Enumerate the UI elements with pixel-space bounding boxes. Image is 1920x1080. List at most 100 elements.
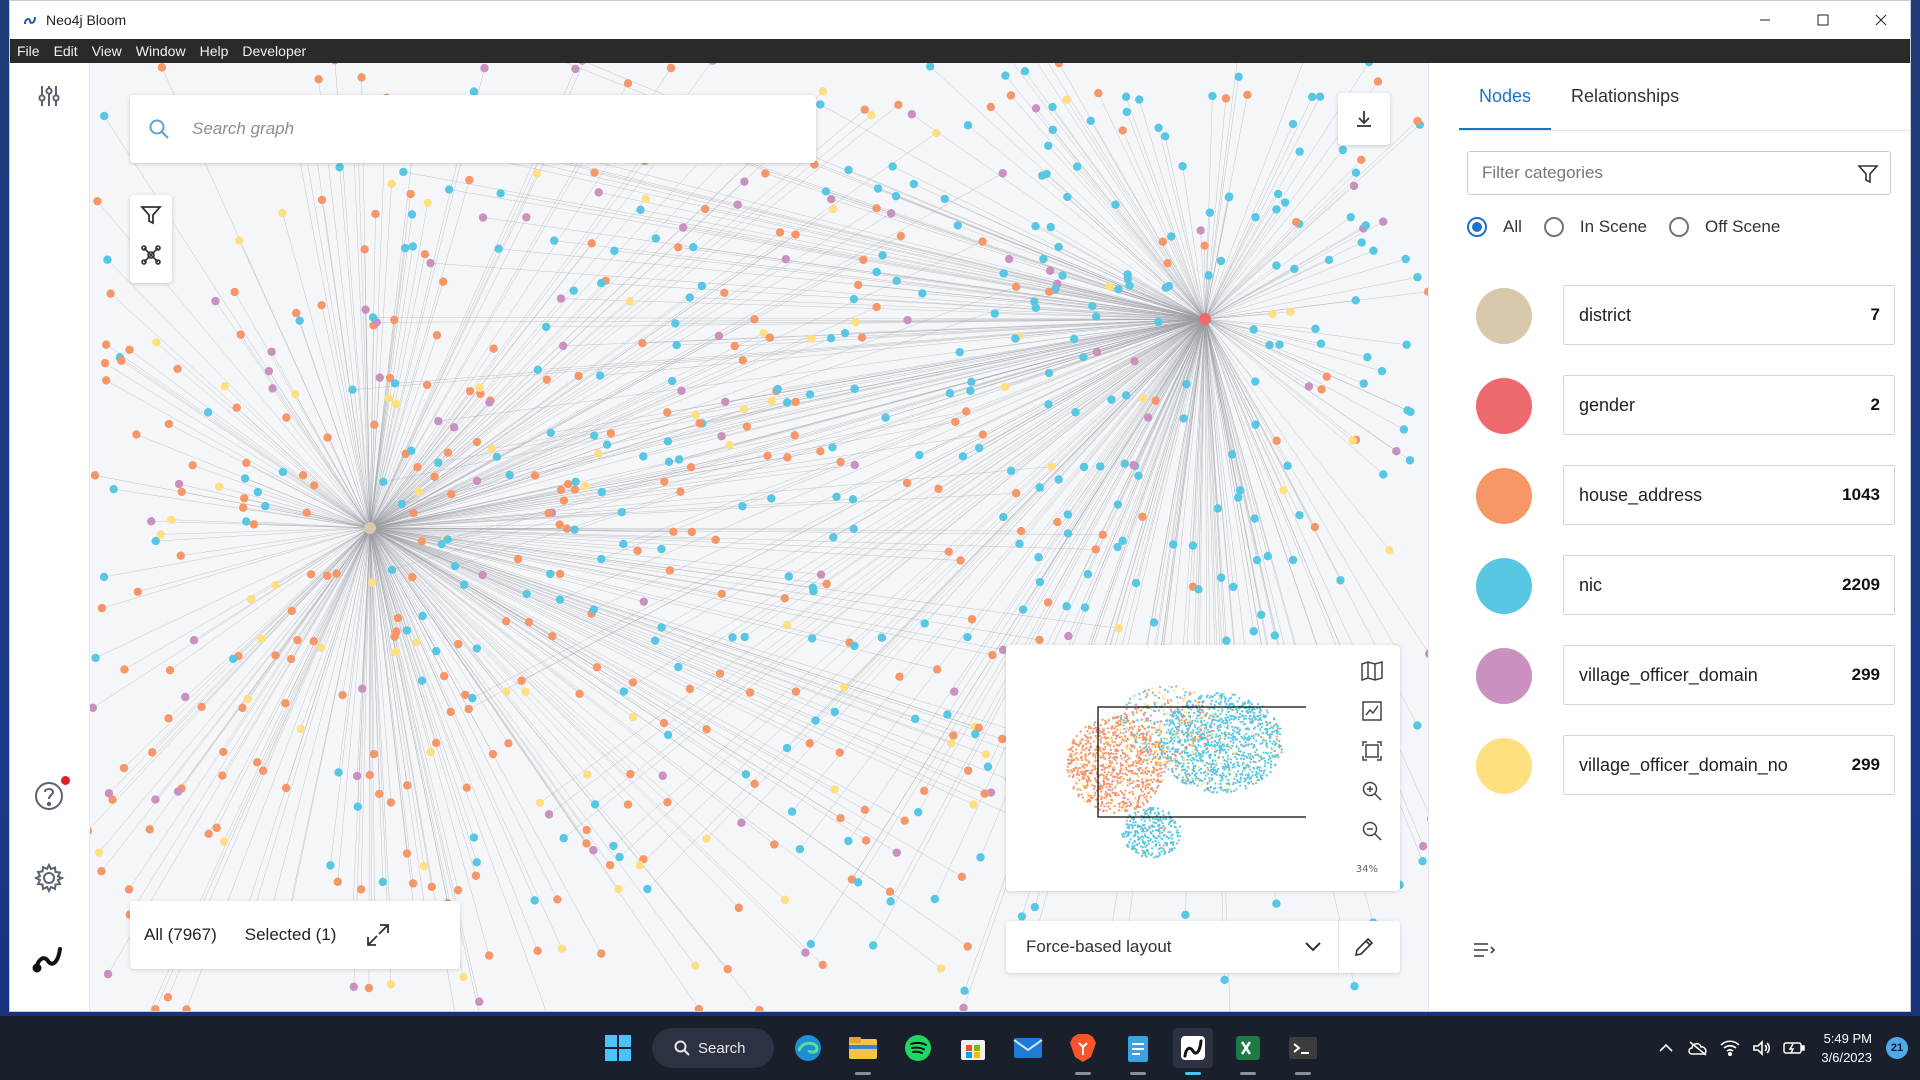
battery-icon[interactable] [1781,1035,1807,1061]
taskbar-running-indicator [1130,1072,1146,1075]
clock[interactable]: 5:49 PM 3/6/2023 [1821,1029,1872,1067]
taskbar-running-indicator [1295,1072,1311,1075]
all-count[interactable]: All (7967) [130,925,231,945]
minimap[interactable]: 34% [1006,645,1400,891]
map-icon[interactable] [1354,651,1390,691]
chevron-down-icon[interactable] [1298,932,1328,962]
layout-label[interactable]: Force-based layout [1026,937,1298,957]
filter-icon[interactable] [130,195,172,235]
zoom-level: 34% [1355,864,1378,875]
search-input[interactable] [192,119,752,139]
volume-icon[interactable] [1749,1035,1775,1061]
radio-circle[interactable] [1467,217,1487,237]
minimap-overview[interactable] [1006,645,1306,891]
radio-off-scene[interactable]: Off Scene [1669,217,1780,237]
sort-list-icon[interactable] [1467,933,1501,967]
download-button[interactable] [1338,93,1390,145]
neo4j-logo-icon [30,939,68,977]
search-bar[interactable] [130,95,816,163]
category-name: nic [1579,574,1603,595]
category-color-swatch[interactable] [1476,648,1532,704]
maximize-button[interactable] [1794,1,1852,39]
radio-circle[interactable] [1669,217,1690,237]
menu-file[interactable]: File [10,39,47,63]
radio-label: In Scene [1579,217,1648,236]
layout-selector[interactable]: Force-based layout [1006,921,1400,973]
excel-icon[interactable] [1228,1028,1268,1068]
menu-window[interactable]: Window [129,39,193,63]
brave-icon[interactable] [1063,1028,1103,1068]
category-count: 299 [1851,665,1880,684]
category-color-swatch[interactable] [1476,738,1532,794]
category-row[interactable]: district 7 [1467,285,1895,345]
canvas-tool-stack [130,195,172,283]
terminal-icon[interactable] [1283,1028,1323,1068]
sliders-icon[interactable] [30,77,68,115]
radio-label: All [1503,217,1522,236]
filter-categories[interactable] [1467,151,1891,195]
category-item[interactable]: house_address 1043 [1563,465,1895,525]
category-row[interactable]: village_officer_domain_no 299 [1467,735,1895,795]
file-explorer-icon[interactable] [843,1028,883,1068]
menu-view[interactable]: View [85,39,129,63]
menu-help[interactable]: Help [193,39,236,63]
menu-developer[interactable]: Developer [235,39,313,63]
filter-icon[interactable] [1856,162,1880,186]
category-row[interactable]: gender 2 [1467,375,1895,435]
minimap-tools [1354,651,1390,851]
neo4j-app-icon [22,12,38,28]
menu-bar: File Edit View Window Help Developer [10,39,1910,63]
category-color-swatch[interactable] [1476,288,1532,344]
category-item[interactable]: village_officer_domain_no 299 [1563,735,1895,795]
tab-nodes[interactable]: Nodes [1459,86,1552,131]
selected-count[interactable]: Selected (1) [231,925,351,945]
category-color-swatch[interactable] [1476,558,1532,614]
search-icon [674,1040,690,1056]
taskbar-search-label: Search [698,1039,746,1057]
zoom-out-icon[interactable] [1354,811,1390,851]
category-row[interactable]: village_officer_domain 299 [1467,645,1895,705]
spotify-icon[interactable] [898,1028,938,1068]
title-bar: Neo4j Bloom [10,1,1910,39]
category-row[interactable]: house_address 1043 [1467,465,1895,525]
menu-edit[interactable]: Edit [47,39,85,63]
radio-all[interactable]: All [1467,217,1522,237]
wifi-icon[interactable] [1717,1035,1743,1061]
expand-icon[interactable] [358,915,398,955]
graph-canvas[interactable]: All (7967) Selected (1) [90,63,1428,1011]
fit-screen-icon[interactable] [1354,731,1390,771]
tab-relationships[interactable]: Relationships [1551,86,1699,131]
filter-categories-input[interactable] [1482,163,1822,183]
category-row[interactable]: nic 2209 [1467,555,1895,615]
mail-icon[interactable] [1008,1028,1048,1068]
neo4j-bloom-icon[interactable] [1173,1028,1213,1068]
gear-icon[interactable] [30,859,68,897]
category-color-swatch[interactable] [1476,378,1532,434]
graph-algorithm-icon[interactable] [130,235,172,275]
close-button[interactable] [1852,1,1910,39]
pencil-icon[interactable] [1339,921,1389,973]
cloud-offline-icon[interactable] [1685,1035,1711,1061]
category-item[interactable]: village_officer_domain 299 [1563,645,1895,705]
taskbar-running-indicator [1240,1072,1256,1075]
radio-in-scene[interactable]: In Scene [1543,217,1648,237]
main-content: All (7967) Selected (1) [10,63,1910,1011]
zoom-in-icon[interactable] [1354,771,1390,811]
chart-icon[interactable] [1354,691,1390,731]
notepad-icon[interactable] [1118,1028,1158,1068]
radio-circle[interactable] [1543,217,1564,237]
category-item[interactable]: gender 2 [1563,375,1895,435]
chevron-up-icon[interactable] [1653,1035,1679,1061]
minimize-button[interactable] [1736,1,1794,39]
category-count: 2 [1870,395,1880,414]
category-item[interactable]: nic 2209 [1563,555,1895,615]
edge-icon[interactable] [788,1028,828,1068]
category-name: village_officer_domain_no [1579,754,1788,775]
store-icon[interactable] [953,1028,993,1068]
category-count: 1043 [1842,485,1880,504]
windows-start-icon[interactable] [598,1028,638,1068]
taskbar-search[interactable]: Search [652,1028,774,1068]
notification-badge[interactable]: 21 [1886,1037,1908,1059]
category-color-swatch[interactable] [1476,468,1532,524]
category-item[interactable]: district 7 [1563,285,1895,345]
